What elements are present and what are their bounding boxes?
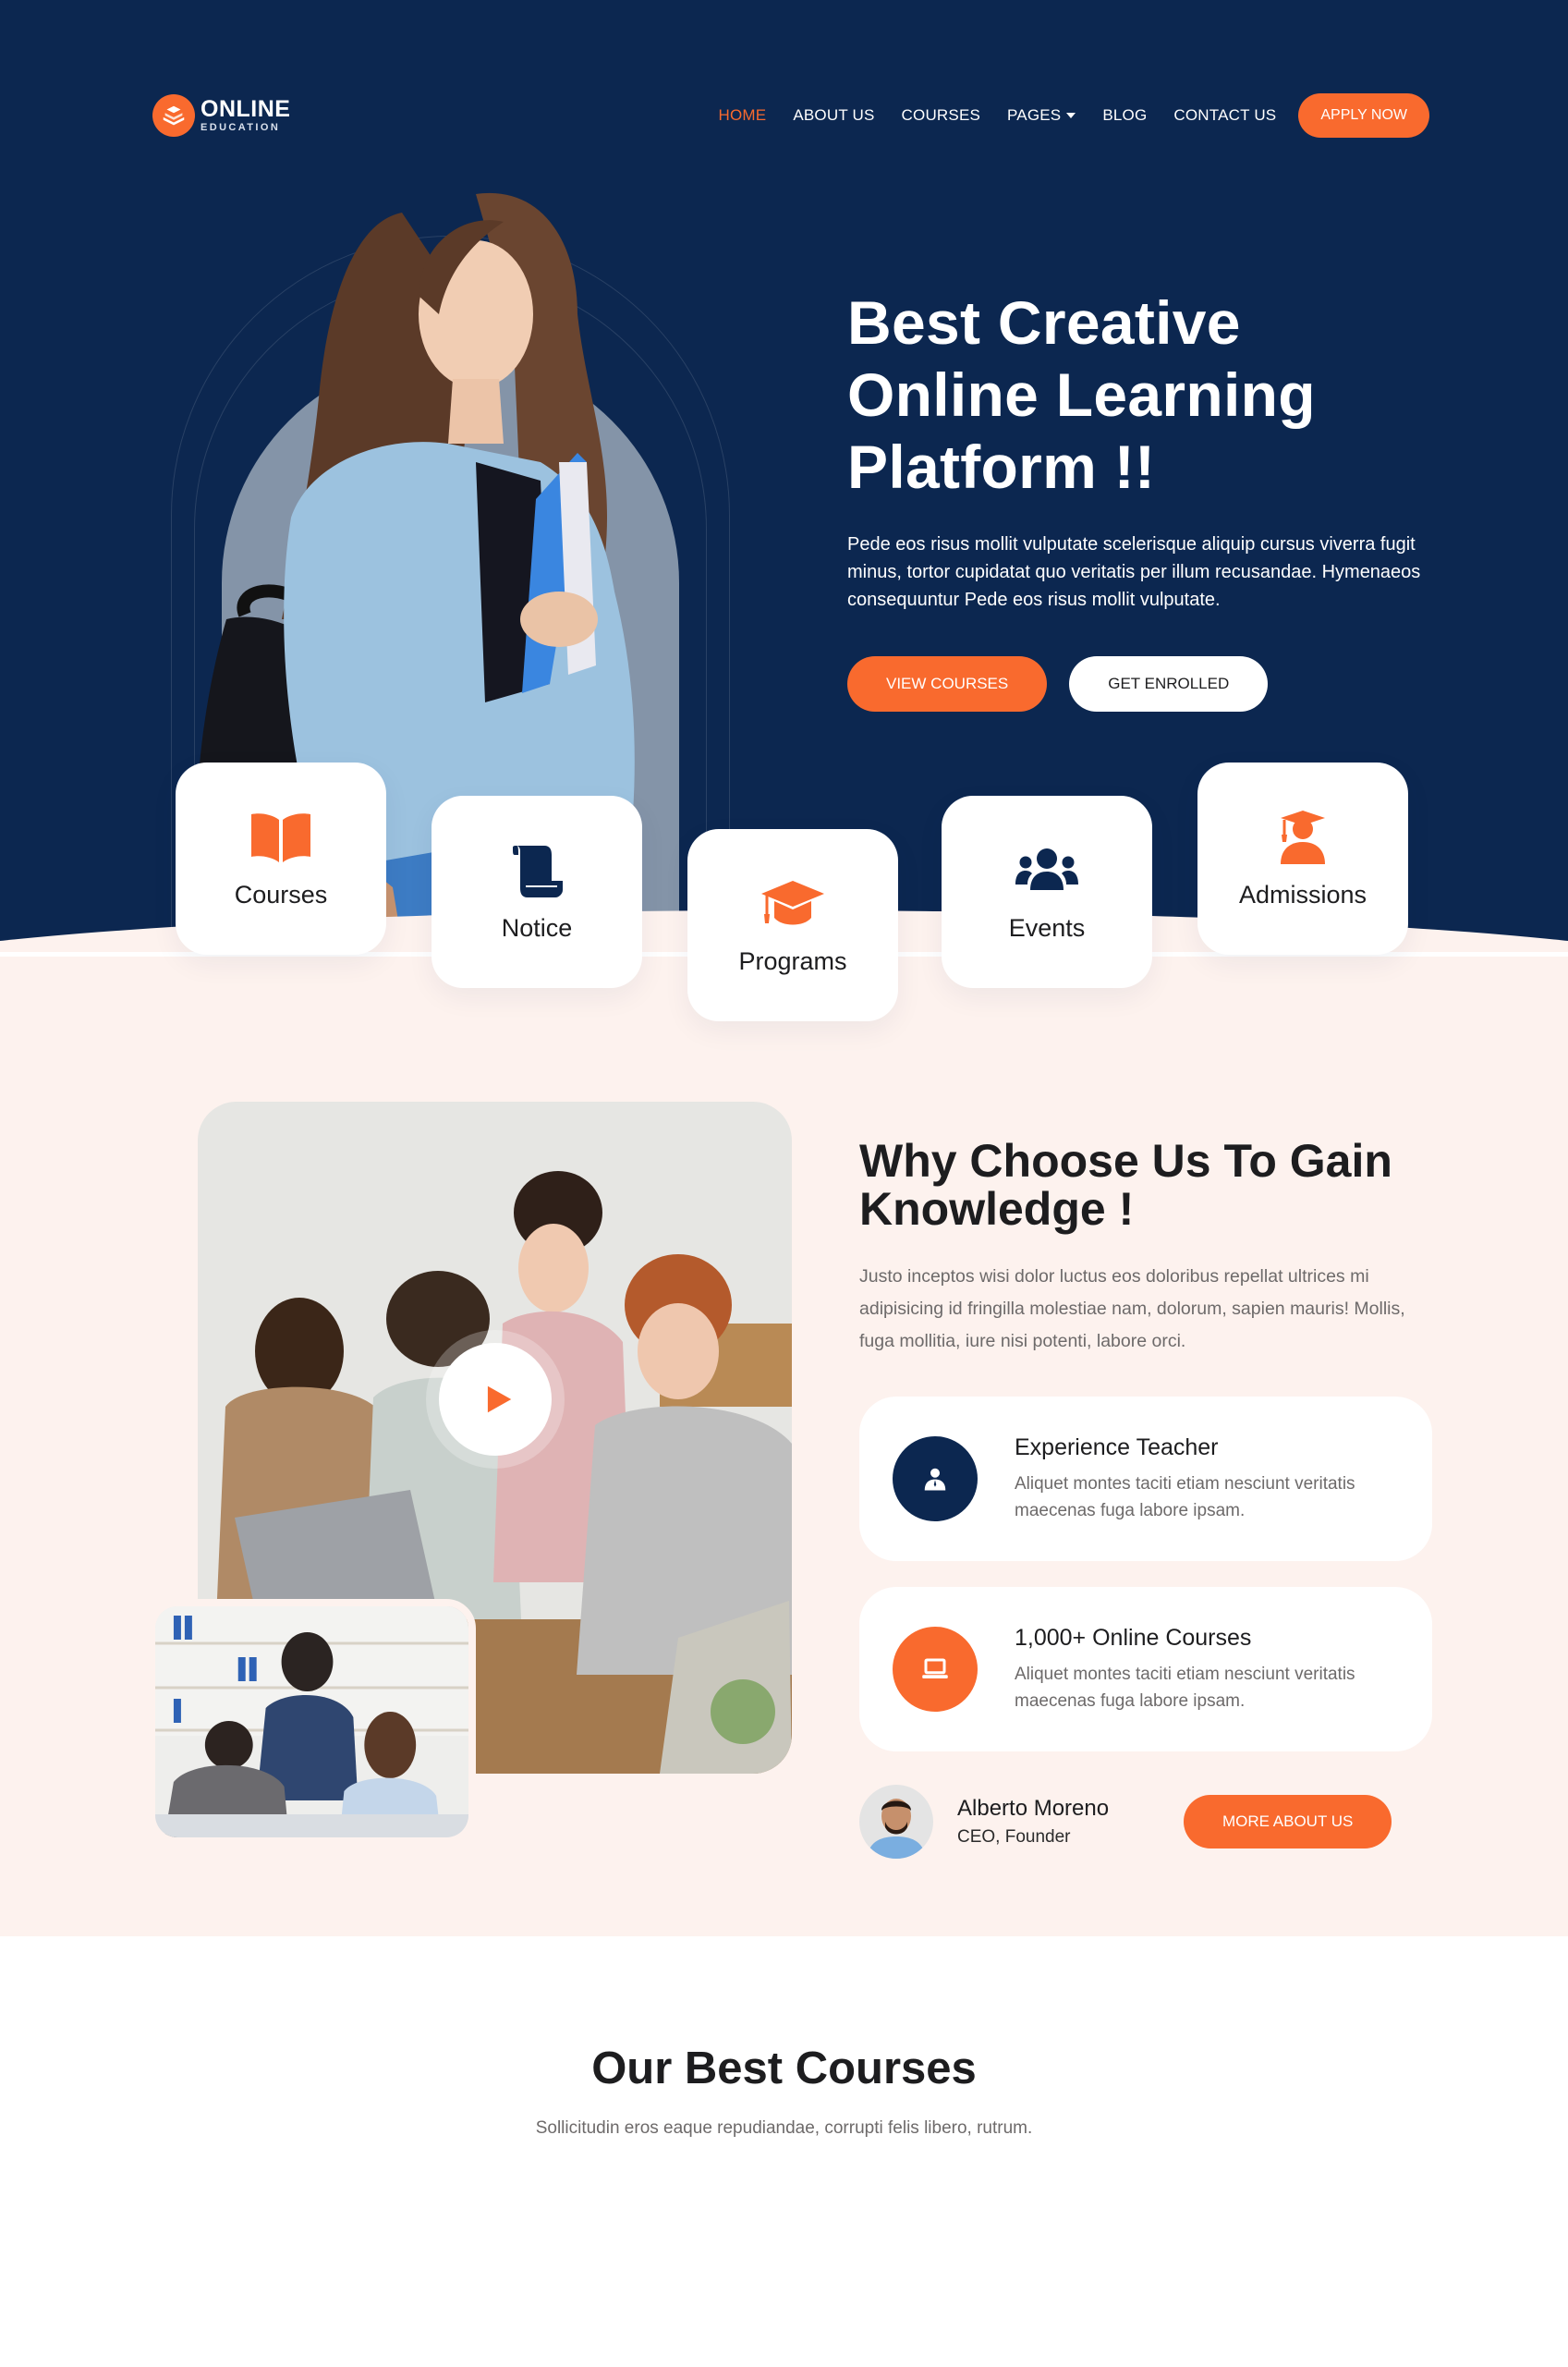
ceo-block: Alberto Moreno CEO, Founder MORE ABOUT U…: [859, 1785, 1441, 1859]
site-logo[interactable]: ONLINE EDUCATION: [152, 93, 291, 137]
why-content: Why Choose Us To Gain Knowledge ! Justo …: [859, 1137, 1441, 1859]
logo-title: ONLINE: [201, 95, 291, 122]
nav-contact-label: CONTACT US: [1173, 105, 1277, 124]
why-item-text: Aliquet montes taciti etiam nesciunt ver…: [1015, 1473, 1355, 1520]
hero-title-line: Online Learning: [847, 360, 1316, 429]
why-item-text: Aliquet montes taciti etiam nesciunt ver…: [1015, 1664, 1355, 1711]
more-about-us-button[interactable]: MORE ABOUT US: [1184, 1795, 1392, 1848]
hero-description: Pede eos risus mollit vulputate sceleris…: [847, 534, 1421, 610]
ceo-avatar: [859, 1785, 933, 1859]
why-item-title: Experience Teacher: [1015, 1434, 1219, 1460]
book-icon: [251, 812, 310, 862]
graduate-user-icon: [1281, 810, 1325, 864]
hero-content: Best Creative Online Learning Platform !…: [847, 287, 1439, 712]
nav-courses-label: COURSES: [901, 105, 981, 124]
users-icon: [1015, 848, 1078, 890]
nav-home[interactable]: HOME: [719, 106, 767, 125]
why-choose-section: Why Choose Us To Gain Knowledge ! Justo …: [0, 957, 1568, 1936]
feature-card-courses[interactable]: Courses: [176, 763, 386, 955]
feature-label: Notice: [501, 913, 573, 942]
why-item-experience-teacher: Experience Teacher Aliquet montes taciti…: [859, 1397, 1432, 1561]
nav-courses[interactable]: COURSES: [902, 106, 980, 125]
feature-label: Admissions: [1238, 880, 1367, 909]
nav-home-label: HOME: [718, 105, 767, 124]
why-description: Justo inceptos wisi dolor luctus eos dol…: [859, 1266, 1405, 1351]
best-courses-description: Sollicitudin eros eaque repudiandae, cor…: [535, 2118, 1033, 2138]
play-icon: [487, 1385, 512, 1413]
nav-blog-label: BLOG: [1102, 105, 1148, 124]
why-title: Why Choose Us To Gain Knowledge !: [859, 1135, 1392, 1235]
caret-down-icon: [1066, 112, 1076, 118]
nav-pages-label: PAGES: [1007, 105, 1062, 124]
best-courses-section: Our Best Courses Sollicitudin eros eaque…: [0, 1936, 1568, 2204]
nav-blog[interactable]: BLOG: [1102, 106, 1147, 125]
best-courses-title: Our Best Courses: [591, 2044, 977, 2093]
hero-title: Best Creative Online Learning Platform !…: [847, 287, 1439, 503]
feature-label: Programs: [738, 946, 847, 975]
feature-label: Courses: [234, 880, 328, 909]
nav-pages[interactable]: PAGES: [1007, 106, 1076, 125]
laptop-icon: [893, 1627, 978, 1712]
ceo-name: Alberto Moreno: [957, 1796, 1110, 1821]
nav-about-us[interactable]: ABOUT US: [793, 106, 874, 125]
why-item-online-courses: 1,000+ Online Courses Aliquet montes tac…: [859, 1587, 1432, 1751]
main-nav: HOME ABOUT US COURSES PAGES BLOG CONTACT…: [719, 106, 1277, 125]
feature-label: Events: [1008, 913, 1086, 942]
feature-card-notice[interactable]: Notice: [432, 796, 642, 988]
nav-about-label: ABOUT US: [793, 105, 875, 124]
nav-contact-us[interactable]: CONTACT US: [1173, 106, 1276, 125]
teacher-icon: [893, 1436, 978, 1521]
scroll-icon: [513, 845, 563, 897]
hero-title-line: Platform !!: [847, 433, 1156, 501]
get-enrolled-button[interactable]: GET ENROLLED: [1069, 656, 1269, 712]
play-video-button[interactable]: [439, 1343, 552, 1456]
feature-card-programs[interactable]: Programs: [687, 829, 898, 1021]
feature-card-admissions[interactable]: Admissions: [1197, 763, 1408, 955]
feature-cards: Courses Notice Programs Events Admission…: [0, 763, 1568, 1031]
why-item-title: 1,000+ Online Courses: [1015, 1624, 1252, 1651]
logo-subtitle: EDUCATION: [201, 121, 281, 133]
feature-card-events[interactable]: Events: [942, 796, 1152, 988]
main-header: ONLINE EDUCATION HOME ABOUT US COURSES P…: [0, 48, 1568, 182]
view-courses-button[interactable]: VIEW COURSES: [847, 656, 1048, 712]
graduation-cap-icon: [761, 880, 824, 924]
ceo-role: CEO, Founder: [957, 1827, 1071, 1847]
logo-book-icon: [152, 93, 195, 137]
classroom-image: [148, 1599, 476, 1845]
hero-title-line: Best Creative: [847, 288, 1241, 357]
apply-now-button[interactable]: APPLY NOW: [1298, 92, 1429, 138]
